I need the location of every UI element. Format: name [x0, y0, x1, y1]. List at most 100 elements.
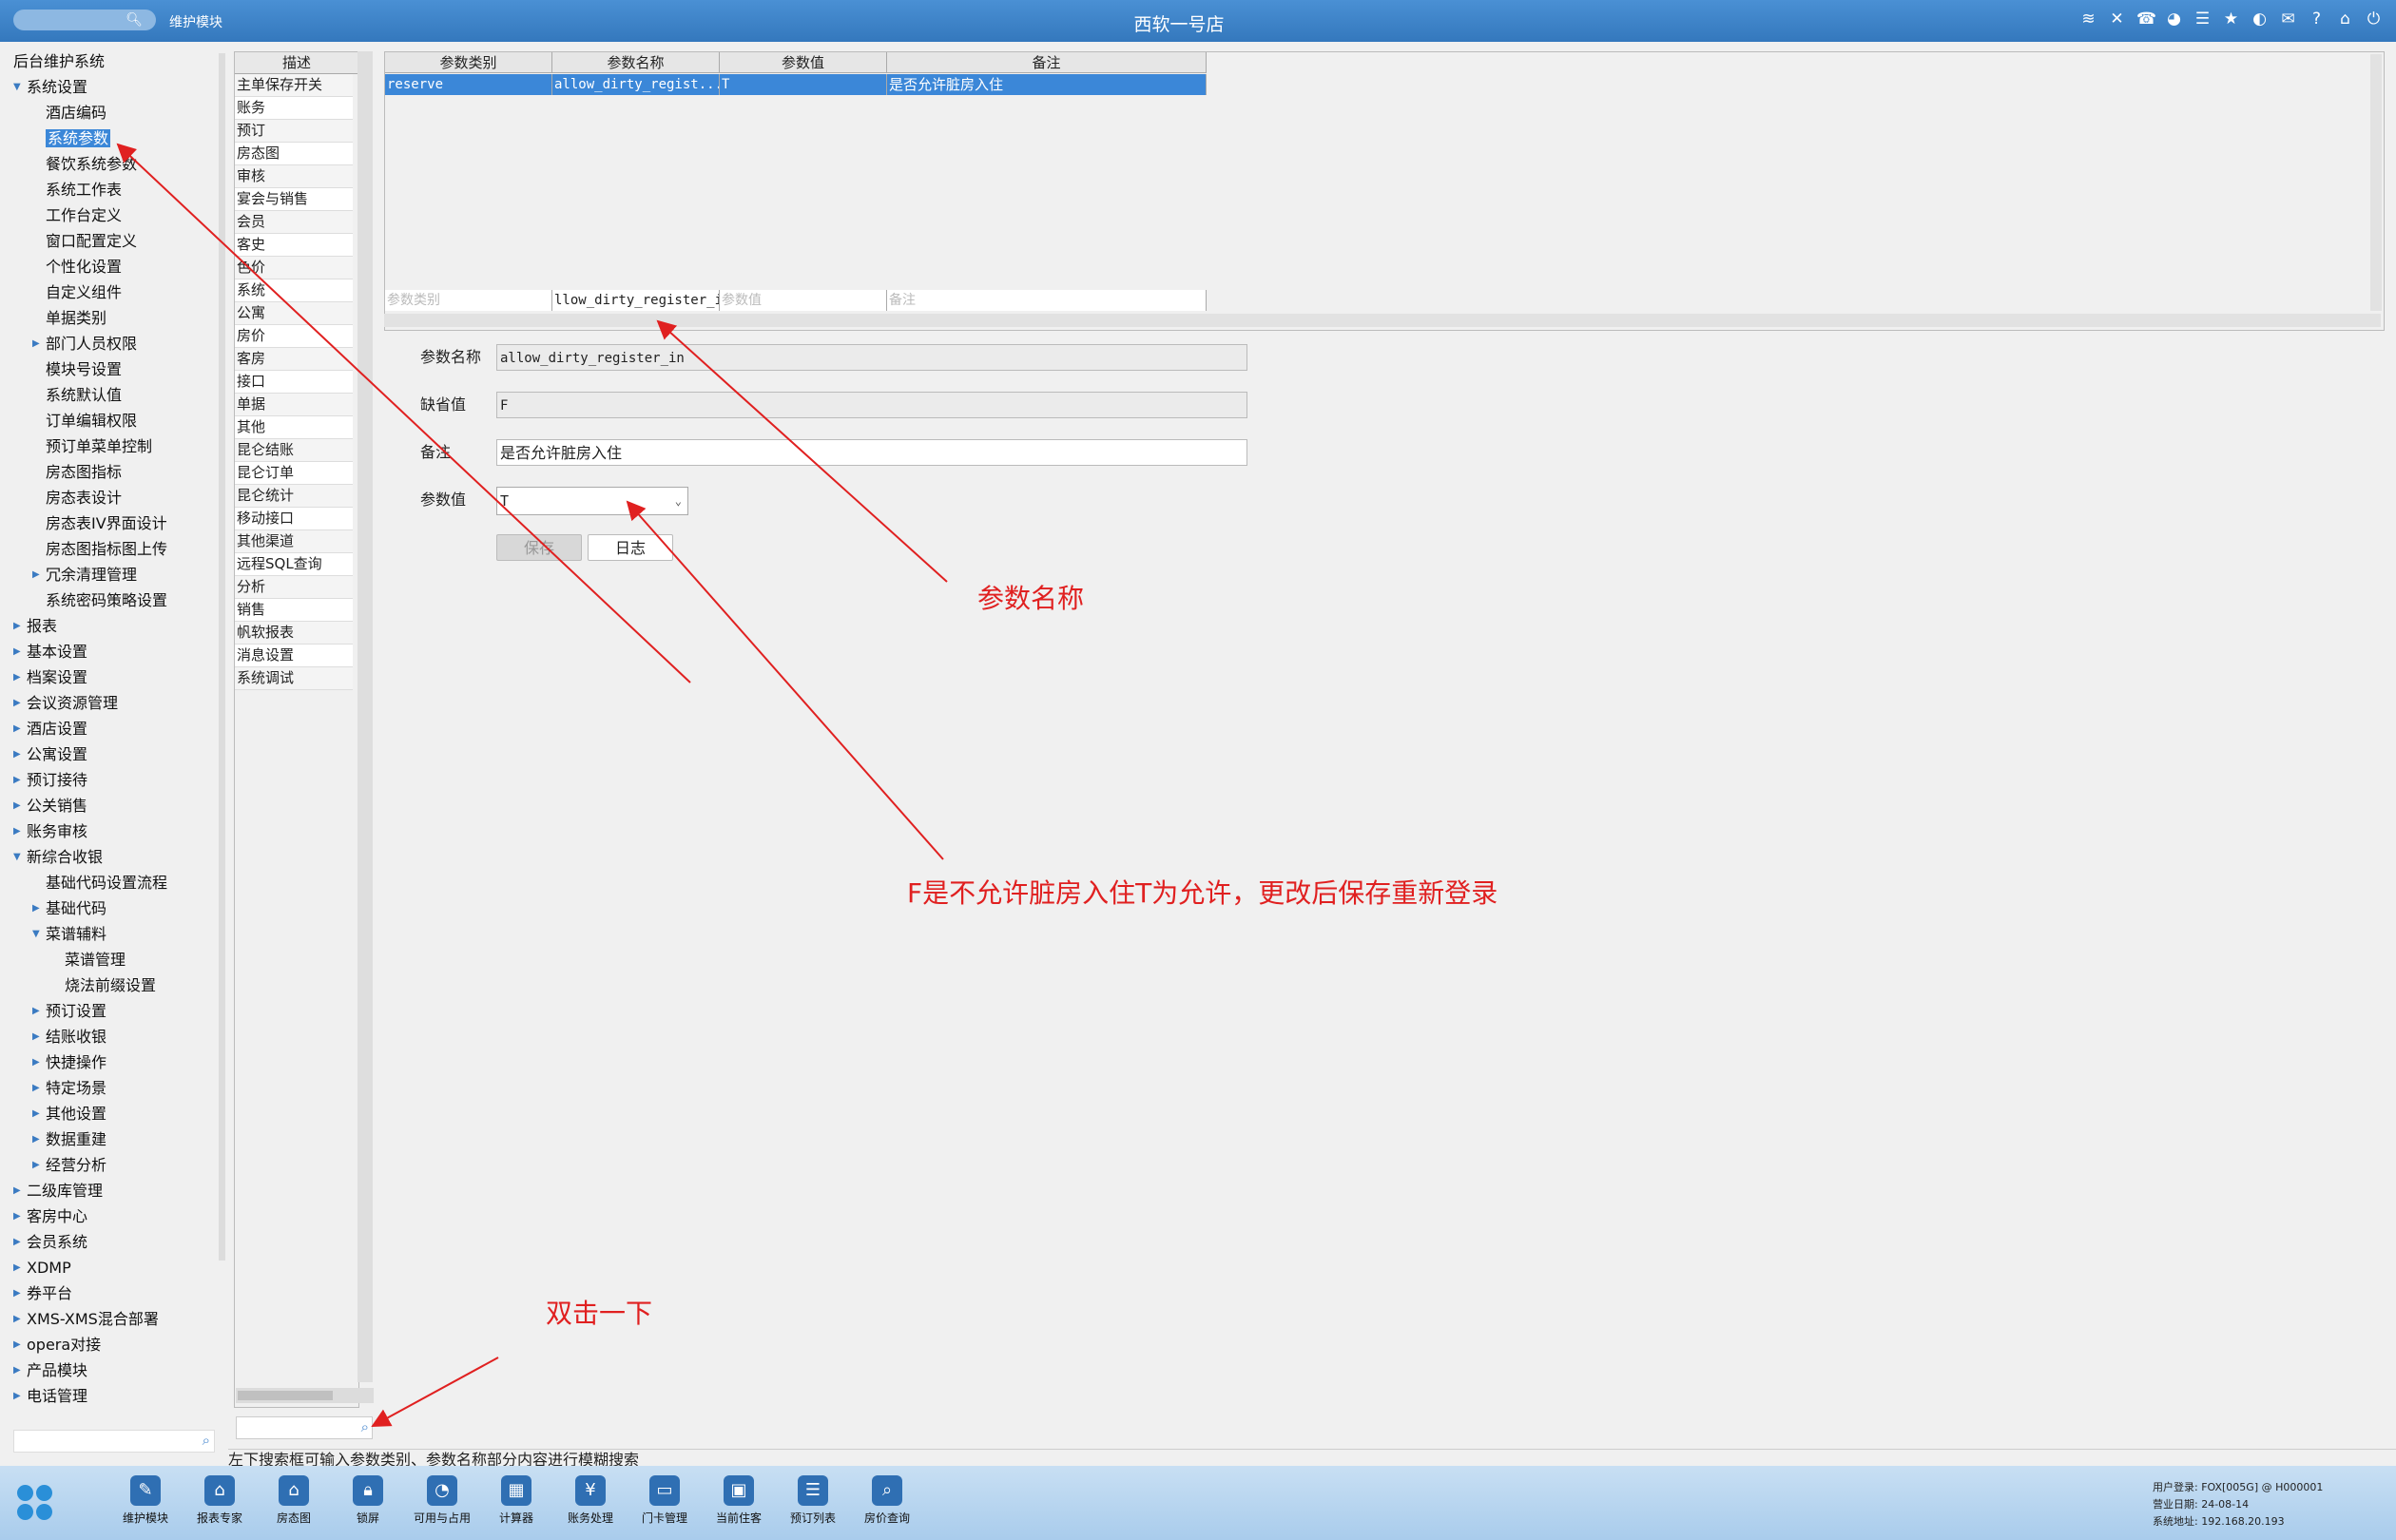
- list-item[interactable]: 客史: [235, 234, 353, 257]
- tree-item[interactable]: ▶ 客房中心: [13, 1204, 87, 1229]
- tree-item[interactable]: 单据类别: [46, 306, 106, 331]
- list-item[interactable]: 宴会与销售: [235, 188, 353, 211]
- save-button[interactable]: 保存: [496, 534, 582, 561]
- star-icon[interactable]: ★: [2222, 10, 2240, 29]
- phone-icon[interactable]: ☎: [2136, 10, 2156, 29]
- tree-item[interactable]: ▶ XDMP: [13, 1256, 71, 1280]
- taskbar-item[interactable]: ☰ 预订列表: [776, 1475, 850, 1526]
- tree-item[interactable]: ▶ 冗余清理管理: [32, 563, 137, 587]
- caret-right-icon[interactable]: ▶: [13, 1281, 21, 1306]
- caret-right-icon[interactable]: ▶: [32, 1050, 40, 1075]
- search-icon[interactable]: ⌕: [203, 1432, 210, 1449]
- caret-right-icon[interactable]: ▶: [13, 665, 21, 690]
- tree-item[interactable]: ▶ 结账收银: [32, 1025, 106, 1049]
- search-icon[interactable]: ⌕: [361, 1418, 369, 1435]
- list-item[interactable]: 销售: [235, 599, 353, 622]
- tree-item[interactable]: ▶ XMS-XMS混合部署: [13, 1307, 159, 1332]
- note-field[interactable]: 是否允许脏房入住: [496, 439, 1247, 466]
- list-item[interactable]: 客房: [235, 348, 353, 371]
- tree-item[interactable]: ▶ 其他设置: [32, 1102, 106, 1126]
- list-item[interactable]: 审核: [235, 165, 353, 188]
- category-list-scrollbar[interactable]: [357, 51, 373, 1382]
- tree-item[interactable]: 订单编辑权限: [46, 409, 137, 433]
- caret-right-icon[interactable]: ▶: [32, 999, 40, 1024]
- scroll-thumb[interactable]: [238, 1391, 333, 1400]
- tools-icon[interactable]: ✕: [2108, 10, 2126, 29]
- tree-item[interactable]: 菜谱管理: [65, 948, 126, 972]
- table-row-name[interactable]: allow_dirty_regist...: [552, 74, 720, 95]
- taskbar-item[interactable]: ▣ 当前住客: [702, 1475, 776, 1526]
- list-item[interactable]: 其他渠道: [235, 530, 353, 553]
- list-item[interactable]: 昆仑订单: [235, 462, 353, 485]
- tree-item[interactable]: 酒店编码: [46, 101, 106, 125]
- tree-item[interactable]: ▶ 基本设置: [13, 640, 87, 664]
- caret-right-icon[interactable]: ▶: [32, 1153, 40, 1178]
- list-item[interactable]: 账务: [235, 97, 353, 120]
- list-item[interactable]: 远程SQL查询: [235, 553, 353, 576]
- tree-item[interactable]: ▶ 经营分析: [32, 1153, 106, 1178]
- caret-right-icon[interactable]: ▶: [32, 1076, 40, 1101]
- table-row-note[interactable]: 是否允许脏房入住: [887, 74, 1207, 95]
- caret-right-icon[interactable]: ▶: [32, 1025, 40, 1049]
- category-list-hscrollbar[interactable]: [236, 1388, 374, 1403]
- caret-right-icon[interactable]: ▶: [13, 717, 21, 741]
- caret-right-icon[interactable]: ▶: [13, 614, 21, 639]
- tree-item[interactable]: ▶ 特定场景: [32, 1076, 106, 1101]
- tree-item[interactable]: ▶ 部门人员权限: [32, 332, 137, 356]
- caret-right-icon[interactable]: ▶: [32, 563, 40, 587]
- col-header-note[interactable]: 备注: [887, 52, 1207, 73]
- tree-item[interactable]: 预订单菜单控制: [46, 434, 152, 459]
- list-item[interactable]: 色价: [235, 257, 353, 279]
- tree-search-input[interactable]: ⌕: [13, 1430, 215, 1453]
- caret-right-icon[interactable]: ▶: [13, 1333, 21, 1357]
- taskbar-item[interactable]: ◔ 可用与占用: [405, 1475, 479, 1526]
- param-search-input[interactable]: ⌕: [236, 1416, 373, 1439]
- tree-item[interactable]: 系统密码策略设置: [46, 588, 167, 613]
- list-item[interactable]: 帆软报表: [235, 622, 353, 645]
- tree-item[interactable]: 房态图指标图上传: [46, 537, 167, 562]
- caret-right-icon[interactable]: ▶: [13, 742, 21, 767]
- contrast-icon[interactable]: ◐: [2251, 10, 2269, 29]
- tree-item[interactable]: ▶ 酒店设置: [13, 717, 87, 741]
- tree-item[interactable]: ▶ 二级库管理: [13, 1179, 103, 1203]
- chevron-down-icon[interactable]: ⌄: [675, 488, 682, 514]
- filter-value-input[interactable]: 参数值: [720, 290, 887, 311]
- caret-right-icon[interactable]: ▶: [32, 896, 40, 921]
- taskbar-item[interactable]: ⌕ 房价查询: [850, 1475, 924, 1526]
- menu-icon[interactable]: ☰: [2193, 10, 2212, 29]
- tree-item[interactable]: ▶ 基础代码: [32, 896, 106, 921]
- tree-item[interactable]: ▶ 档案设置: [13, 665, 87, 690]
- taskbar-item[interactable]: ▭ 门卡管理: [628, 1475, 702, 1526]
- col-header-category[interactable]: 参数类别: [385, 52, 552, 73]
- filter-name-input[interactable]: llow_dirty_register_in: [552, 290, 720, 311]
- help-icon[interactable]: ?: [2308, 10, 2326, 29]
- caret-right-icon[interactable]: ▶: [13, 1204, 21, 1229]
- grid-hscrollbar[interactable]: [384, 314, 2381, 327]
- list-item[interactable]: 消息设置: [235, 645, 353, 667]
- power-icon[interactable]: ⏻: [2365, 10, 2383, 29]
- caret-right-icon[interactable]: ▶: [32, 332, 40, 356]
- tree-item[interactable]: 窗口配置定义: [46, 229, 137, 254]
- home-icon[interactable]: ⌂: [2336, 10, 2354, 29]
- caret-right-icon[interactable]: ▶: [13, 1230, 21, 1255]
- tree-item[interactable]: 后台维护系统: [13, 49, 105, 74]
- tree-item[interactable]: 系统工作表: [46, 178, 122, 202]
- list-item[interactable]: 系统: [235, 279, 353, 302]
- caret-down-icon[interactable]: ▼: [32, 922, 40, 947]
- tree-item[interactable]: ▶ 会议资源管理: [13, 691, 118, 716]
- table-row-category[interactable]: reserve: [385, 74, 552, 95]
- tree-item[interactable]: ▶ opera对接: [13, 1333, 101, 1357]
- param-name-field[interactable]: allow_dirty_register_in: [496, 344, 1247, 371]
- tree-item[interactable]: 工作台定义: [46, 203, 122, 228]
- list-item[interactable]: 昆仑结账: [235, 439, 353, 462]
- tree-item[interactable]: 餐饮系统参数: [46, 152, 137, 177]
- tree-item[interactable]: ▶ 预订接待: [13, 768, 87, 793]
- taskbar-item[interactable]: ▦ 计算器: [479, 1475, 553, 1526]
- caret-right-icon[interactable]: ▶: [13, 1358, 21, 1383]
- caret-right-icon[interactable]: ▶: [13, 1384, 21, 1409]
- caret-down-icon[interactable]: ▼: [13, 845, 21, 870]
- caret-right-icon[interactable]: ▶: [13, 640, 21, 664]
- tree-item[interactable]: 自定义组件: [46, 280, 122, 305]
- caret-right-icon[interactable]: ▶: [13, 768, 21, 793]
- tree-item[interactable]: ▶ 券平台: [13, 1281, 72, 1306]
